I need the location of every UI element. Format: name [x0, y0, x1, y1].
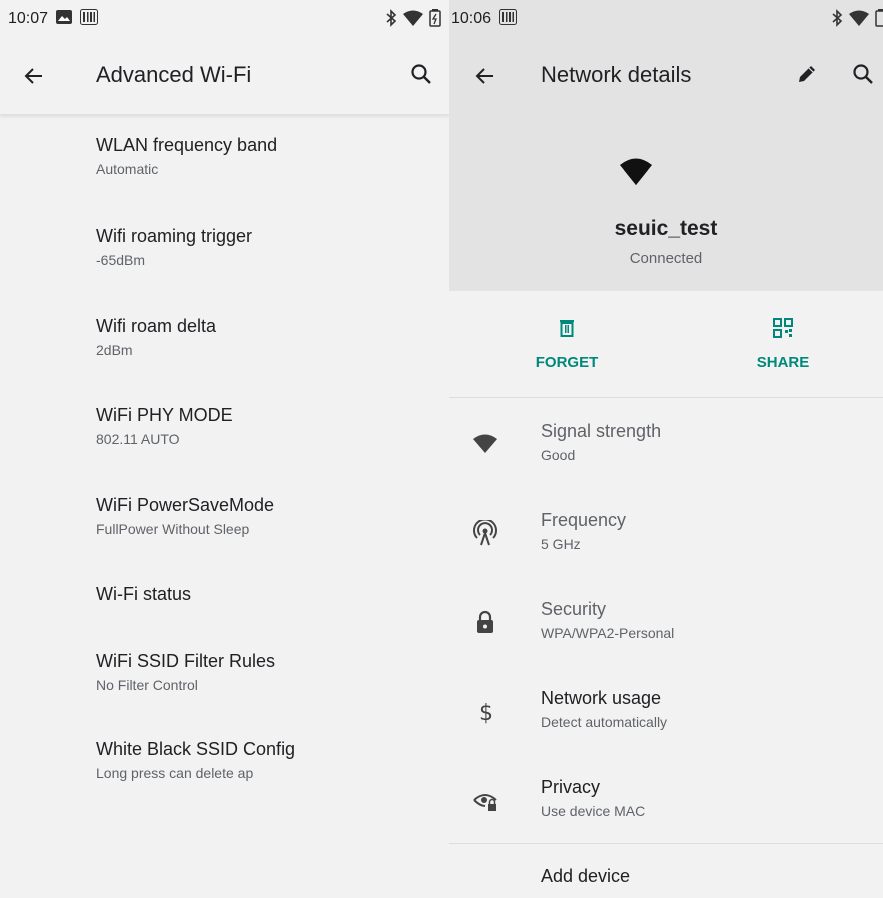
setting-wifi-roaming-trigger[interactable]: Wifi roaming trigger -65dBm: [96, 226, 252, 268]
setting-summary: 802.11 AUTO: [96, 431, 180, 447]
setting-summary: Automatic: [96, 161, 159, 177]
back-arrow-icon[interactable]: [22, 64, 46, 88]
app-bar: Advanced Wi-Fi: [0, 38, 449, 115]
detail-privacy[interactable]: Privacy Use device MAC: [449, 777, 883, 837]
search-icon[interactable]: [851, 62, 877, 88]
wifi-signal-icon: [472, 431, 498, 457]
action-buttons: FORGET SHARE: [449, 291, 883, 398]
qr-code-icon: [773, 318, 793, 338]
forget-button[interactable]: FORGET: [497, 291, 637, 397]
privacy-eye-icon: [472, 787, 498, 813]
share-label: SHARE: [756, 354, 810, 371]
setting-title: Wi-Fi status: [96, 584, 192, 604]
battery-icon: [429, 9, 441, 32]
wifi-status-icon: [849, 10, 869, 31]
status-time: 10:07: [8, 10, 49, 27]
detail-title: Network usage: [541, 688, 662, 708]
setting-title: Wifi roaming trigger: [96, 226, 253, 246]
setting-title: WiFi PHY MODE: [96, 405, 233, 425]
detail-security: Security WPA/WPA2-Personal: [449, 599, 883, 659]
setting-title: WiFi PowerSaveMode: [96, 495, 275, 515]
detail-summary: Use device MAC: [541, 803, 646, 819]
status-icons: [385, 9, 441, 32]
setting-summary: Long press can delete ap: [96, 765, 254, 781]
battery-icon: [875, 9, 883, 32]
setting-title: White Black SSID Config: [96, 739, 296, 759]
setting-wifi-powersave-mode[interactable]: WiFi PowerSaveMode FullPower Without Sle…: [96, 495, 274, 537]
setting-wifi-phy-mode[interactable]: WiFi PHY MODE 802.11 AUTO: [96, 405, 233, 447]
setting-title: Wifi roam delta: [96, 316, 217, 336]
setting-wifi-status[interactable]: Wi-Fi status: [96, 584, 191, 605]
status-time: 10:06: [451, 10, 492, 27]
app-bar: Network details: [449, 38, 883, 114]
detail-title: Privacy: [541, 777, 601, 797]
status-icons: [831, 9, 883, 32]
status-bar: 10:06: [449, 0, 883, 38]
divider: [449, 843, 883, 844]
lock-icon: [472, 609, 498, 635]
forget-label: FORGET: [535, 354, 599, 371]
detail-summary: Detect automatically: [541, 714, 668, 730]
detail-summary: Good: [541, 447, 576, 463]
back-arrow-icon[interactable]: [473, 64, 497, 88]
setting-summary: No Filter Control: [96, 677, 198, 693]
setting-wifi-ssid-filter-rules[interactable]: WiFi SSID Filter Rules No Filter Control: [96, 651, 275, 693]
setting-white-black-ssid-config[interactable]: White Black SSID Config Long press can d…: [96, 739, 295, 781]
wifi-status-icon: [403, 10, 423, 31]
setting-summary: 2dBm: [96, 342, 133, 358]
antenna-icon: [472, 518, 498, 546]
bluetooth-icon: [831, 9, 843, 32]
network-status: Connected: [629, 250, 703, 267]
setting-wifi-roam-delta[interactable]: Wifi roam delta 2dBm: [96, 316, 216, 358]
dollar-icon: $: [472, 698, 498, 726]
detail-network-usage[interactable]: $ Network usage Detect automatically: [449, 688, 883, 748]
svg-text:$: $: [479, 701, 493, 724]
setting-summary: -65dBm: [96, 252, 146, 268]
setting-wlan-frequency-band[interactable]: WLAN frequency band Automatic: [96, 135, 277, 177]
edit-pencil-icon[interactable]: [795, 62, 821, 88]
setting-summary: FullPower Without Sleep: [96, 521, 250, 537]
barcode-notification-icon: [80, 8, 99, 30]
detail-title: Frequency: [541, 510, 627, 530]
detail-summary: WPA/WPA2-Personal: [541, 625, 675, 641]
network-name: seuic_test: [614, 217, 718, 240]
trash-icon: [560, 320, 574, 337]
status-bar: 10:07: [0, 0, 449, 38]
page-title: Network details: [541, 62, 692, 87]
search-icon[interactable]: [409, 62, 435, 88]
wifi-network-icon: [618, 153, 654, 189]
advanced-wifi-screen: 10:07 Advanced Wi-Fi WLAN frequency band…: [0, 0, 449, 898]
detail-title: Add device: [541, 866, 631, 886]
barcode-notification-icon: [499, 8, 518, 30]
network-details-screen: 10:06 Network details seuic_test Connect…: [449, 0, 883, 898]
bluetooth-icon: [385, 9, 397, 32]
detail-summary: 5 GHz: [541, 536, 581, 552]
setting-title: WiFi SSID Filter Rules: [96, 651, 276, 671]
share-button[interactable]: SHARE: [713, 291, 853, 397]
image-notification-icon: [56, 9, 73, 29]
detail-signal-strength: Signal strength Good: [449, 421, 883, 481]
page-title: Advanced Wi-Fi: [96, 62, 252, 87]
detail-frequency: Frequency 5 GHz: [449, 510, 883, 570]
detail-title: Signal strength: [541, 421, 662, 441]
detail-title: Security: [541, 599, 607, 619]
detail-add-device[interactable]: Add device: [449, 866, 883, 898]
setting-title: WLAN frequency band: [96, 135, 278, 155]
